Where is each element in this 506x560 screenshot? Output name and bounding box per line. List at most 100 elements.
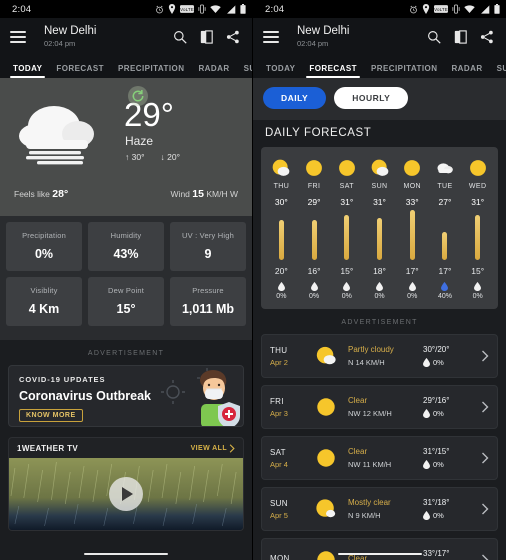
chart-day-column[interactable]: SUN 31° 18° 0% [363, 156, 396, 300]
status-bar-icons: VoLTE [409, 4, 500, 14]
status-bar-icons: VoLTE [155, 4, 246, 14]
tab-bar-right: TODAY FORECAST PRECIPITATION RADAR SUN &… [253, 56, 506, 78]
tab-radar[interactable]: RADAR [444, 64, 489, 78]
vibrate-icon [198, 4, 206, 14]
metric-value: 43% [113, 247, 139, 261]
tab-today[interactable]: TODAY [259, 64, 302, 78]
forecast-row-condition: Clear [348, 396, 368, 405]
chart-day-label: WED [468, 183, 487, 190]
hero-text-column: 29° Haze ↑ 30° ↓ 20° [120, 86, 240, 162]
covid-update-card[interactable]: COVID-19 UPDATES Coronavirus Outbreak KN… [8, 365, 244, 427]
mostly-clear-icon [306, 498, 346, 520]
hamburger-menu-icon[interactable] [10, 31, 26, 43]
metric-card-precipitation[interactable]: Precipitation 0% [6, 222, 82, 271]
vibrate-icon [452, 4, 460, 14]
masked-person-shield-illustration [151, 366, 243, 426]
metric-value: 1,011 Mb [181, 302, 235, 316]
play-button-icon[interactable] [109, 477, 143, 511]
chart-day-column[interactable]: THU 30° 20° 0% [265, 156, 298, 300]
view-all-button[interactable]: VIEW ALL [191, 444, 235, 453]
metric-value: 4 Km [28, 302, 60, 316]
forecast-row-pop-group: 0% [423, 511, 475, 520]
chart-high-label: 29° [307, 197, 321, 207]
weather-tv-header: 1WEATHER TV VIEW ALL [9, 438, 243, 458]
segment-daily[interactable]: DAILY [263, 87, 327, 109]
hamburger-menu-icon[interactable] [263, 31, 279, 43]
tab-sun-and-moon[interactable]: SUN & M [237, 64, 252, 78]
know-more-button[interactable]: KNOW MORE [19, 409, 83, 422]
chart-low-label: 15° [340, 266, 354, 276]
chart-day-column[interactable]: FRI 29° 16° 0% [298, 156, 331, 300]
chart-day-column[interactable]: TUE 27° 17° 40% [429, 156, 462, 300]
chevron-right-icon[interactable] [475, 350, 489, 362]
hero-row: 29° Haze ↑ 30° ↓ 20° [12, 86, 240, 184]
forecast-row-day: SAT [270, 447, 286, 457]
map-icon[interactable] [454, 30, 467, 44]
weather-tv-card[interactable]: 1WEATHER TV VIEW ALL [8, 437, 244, 531]
chart-day-column[interactable]: WED 31° 15° 0% [461, 156, 494, 300]
battery-icon [240, 4, 246, 14]
chart-low-label: 18° [373, 266, 386, 276]
forecast-row-pop: 0% [433, 358, 444, 367]
share-icon[interactable] [480, 30, 494, 44]
tab-sun-and-moon[interactable]: SUN & M [490, 64, 506, 78]
sunny-icon [330, 156, 363, 180]
search-icon[interactable] [173, 30, 187, 44]
forecast-row-date: Apr 4 [270, 459, 288, 469]
forecast-list-row[interactable]: SUN Apr 5 Mostly clear N 9 KM/H 31°/18° … [261, 487, 498, 531]
app-bar-actions [173, 30, 242, 44]
segment-hourly[interactable]: HOURLY [334, 87, 409, 109]
location-block[interactable]: New Delhi 02:04 pm [36, 25, 163, 49]
tab-forecast[interactable]: FORECAST [49, 64, 111, 78]
high-low-row: ↑ 30° ↓ 20° [120, 152, 240, 162]
tab-radar[interactable]: RADAR [191, 64, 236, 78]
forecast-row-pop-group: 0% [423, 409, 475, 418]
metric-row-1: Precipitation 0% Humidity 43% UV : Very … [6, 222, 246, 271]
chart-pop-label: 40% [437, 293, 452, 300]
share-icon[interactable] [226, 30, 240, 44]
advertisement-label-left: ADVERTISEMENT [0, 340, 252, 365]
tab-today[interactable]: TODAY [6, 64, 49, 78]
tab-precipitation[interactable]: PRECIPITATION [111, 64, 191, 78]
chart-day-label: SUN [371, 183, 388, 190]
chevron-right-icon[interactable] [475, 452, 489, 464]
alarm-icon [156, 5, 163, 13]
forecast-list-row[interactable]: THU Apr 2 Partly cloudy N 14 KM/H 30°/20… [261, 334, 498, 378]
metric-card-visibility[interactable]: Visiblity 4 Km [6, 277, 82, 326]
chevron-right-icon[interactable] [475, 503, 489, 515]
weather-tv-video-thumbnail[interactable] [9, 458, 243, 530]
location-icon [422, 4, 430, 14]
tab-precipitation[interactable]: PRECIPITATION [364, 64, 444, 78]
refresh-circle-icon[interactable] [128, 86, 148, 106]
metric-card-pressure[interactable]: Pressure 1,011 Mb [170, 277, 246, 326]
chart-high-label: 30° [274, 197, 288, 207]
map-icon[interactable] [200, 30, 213, 44]
daily-chart-wrapper: THU 30° 20° 0% FRI 29° 16° 0% SAT 31° 15… [253, 147, 506, 309]
forecast-row-day-block: SAT Apr 4 [270, 448, 306, 469]
metric-label: UV : Very High [182, 231, 234, 240]
tab-forecast[interactable]: FORECAST [302, 64, 364, 78]
chevron-right-icon[interactable] [475, 401, 489, 413]
forecast-list-row[interactable]: SAT Apr 4 Clear NW 11 KM/H 31°/15° 0% [261, 436, 498, 480]
forecast-list-row[interactable]: FRI Apr 3 Clear NW 12 KM/H 29°/16° 0% [261, 385, 498, 429]
metric-card-dew-point[interactable]: Dew Point 15° [88, 277, 164, 326]
chart-low-label: 17° [438, 266, 452, 276]
location-block[interactable]: New Delhi 02:04 pm [289, 25, 417, 49]
droplet-icon [423, 409, 430, 418]
metric-card-uv[interactable]: UV : Very High 9 [170, 222, 246, 271]
metric-label: Precipitation [22, 231, 66, 240]
chart-day-column[interactable]: MON 33° 17° 0% [396, 156, 429, 300]
partly-cloudy-icon [306, 345, 346, 367]
chart-day-column[interactable]: SAT 31° 15° 0% [330, 156, 363, 300]
chart-temp-bar [377, 218, 383, 260]
droplet-icon [265, 281, 298, 291]
droplet-icon [396, 281, 429, 291]
metric-card-humidity[interactable]: Humidity 43% [88, 222, 164, 271]
nav-gesture-pill [84, 552, 168, 556]
search-icon[interactable] [427, 30, 441, 44]
chart-day-label: TUE [437, 183, 453, 190]
forecast-row-day-block: THU Apr 2 [270, 346, 306, 367]
status-bar-clock: 2:04 [265, 3, 285, 15]
forecast-row-condition: Mostly clear [348, 498, 391, 507]
text-badge-icon: VoLTE [180, 5, 194, 13]
